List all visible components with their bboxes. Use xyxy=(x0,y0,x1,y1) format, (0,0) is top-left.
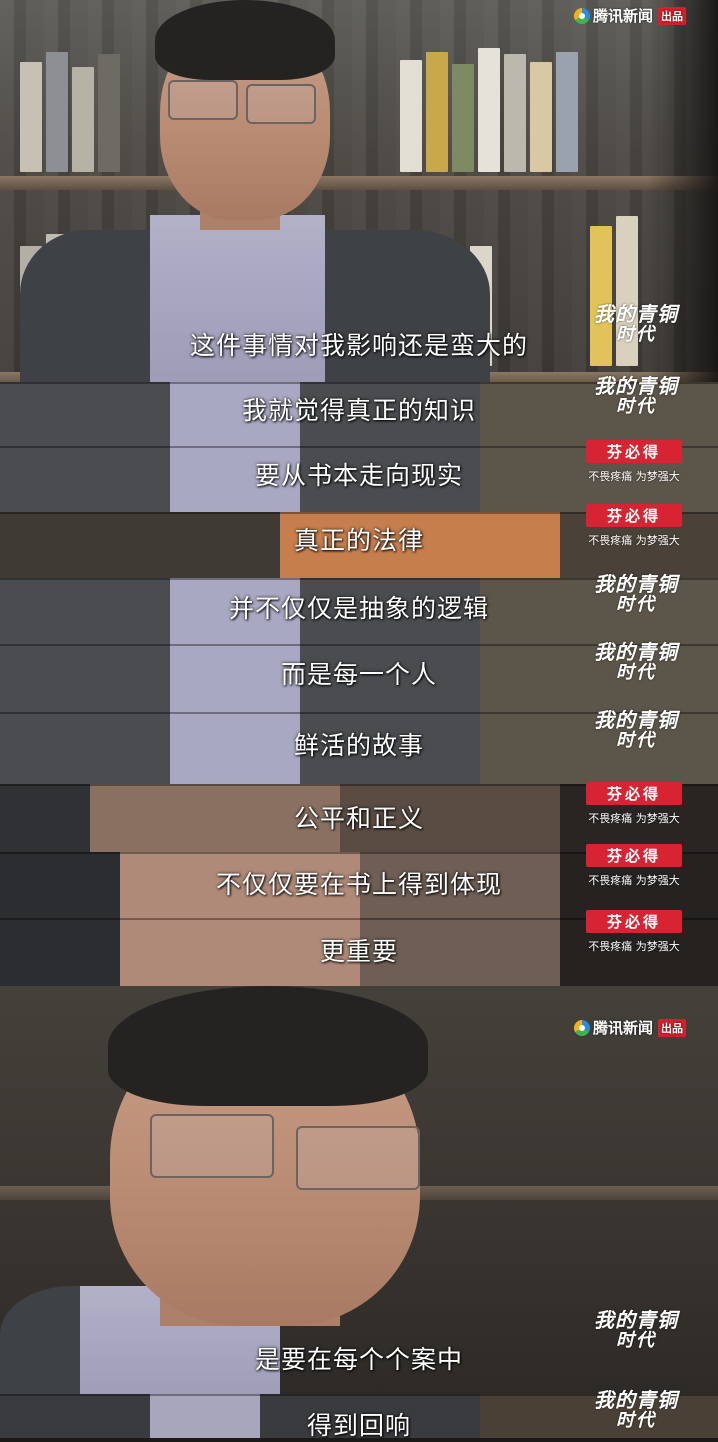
subtitle-line: 这件事情对我影响还是蛮大的 xyxy=(189,331,528,360)
tencent-news-badge: 出品 xyxy=(658,6,687,25)
subtitle-line: 是要在每个个案中 xyxy=(254,1345,463,1374)
subtitle-line: 我就觉得真正的知识 xyxy=(241,396,476,425)
tencent-news-logo: 腾讯新闻 出品 xyxy=(574,5,687,26)
subtitle-line: 得到回响 xyxy=(306,1411,411,1440)
subtitle-line: 更重要 xyxy=(319,937,398,966)
tencent-news-icon xyxy=(574,1019,590,1036)
tencent-news-icon xyxy=(574,7,590,24)
tencent-news-logo: 腾讯新闻 出品 xyxy=(574,1017,687,1038)
subtitle-line: 要从书本走向现实 xyxy=(254,461,463,490)
subtitle-line: 公平和正义 xyxy=(293,804,424,833)
subtitle-line: 而是每一个人 xyxy=(280,660,437,689)
subtitle-line: 真正的法律 xyxy=(293,526,424,555)
tencent-news-badge: 出品 xyxy=(658,1018,687,1037)
subtitle-line: 鲜活的故事 xyxy=(293,731,424,760)
subtitle-line: 并不仅仅是抽象的逻辑 xyxy=(228,594,489,623)
glasses xyxy=(150,1114,274,1178)
tencent-news-text: 腾讯新闻 xyxy=(593,1019,654,1037)
tencent-news-text: 腾讯新闻 xyxy=(593,7,654,25)
subtitle-line: 不仅仅要在书上得到体现 xyxy=(215,870,502,899)
glasses xyxy=(168,80,238,120)
subtitle-collage: 腾讯新闻 出品 腾讯新闻 出品 我的青铜 时代 我的青铜 时代 我的青铜 时代 我的青… xyxy=(0,0,718,1440)
